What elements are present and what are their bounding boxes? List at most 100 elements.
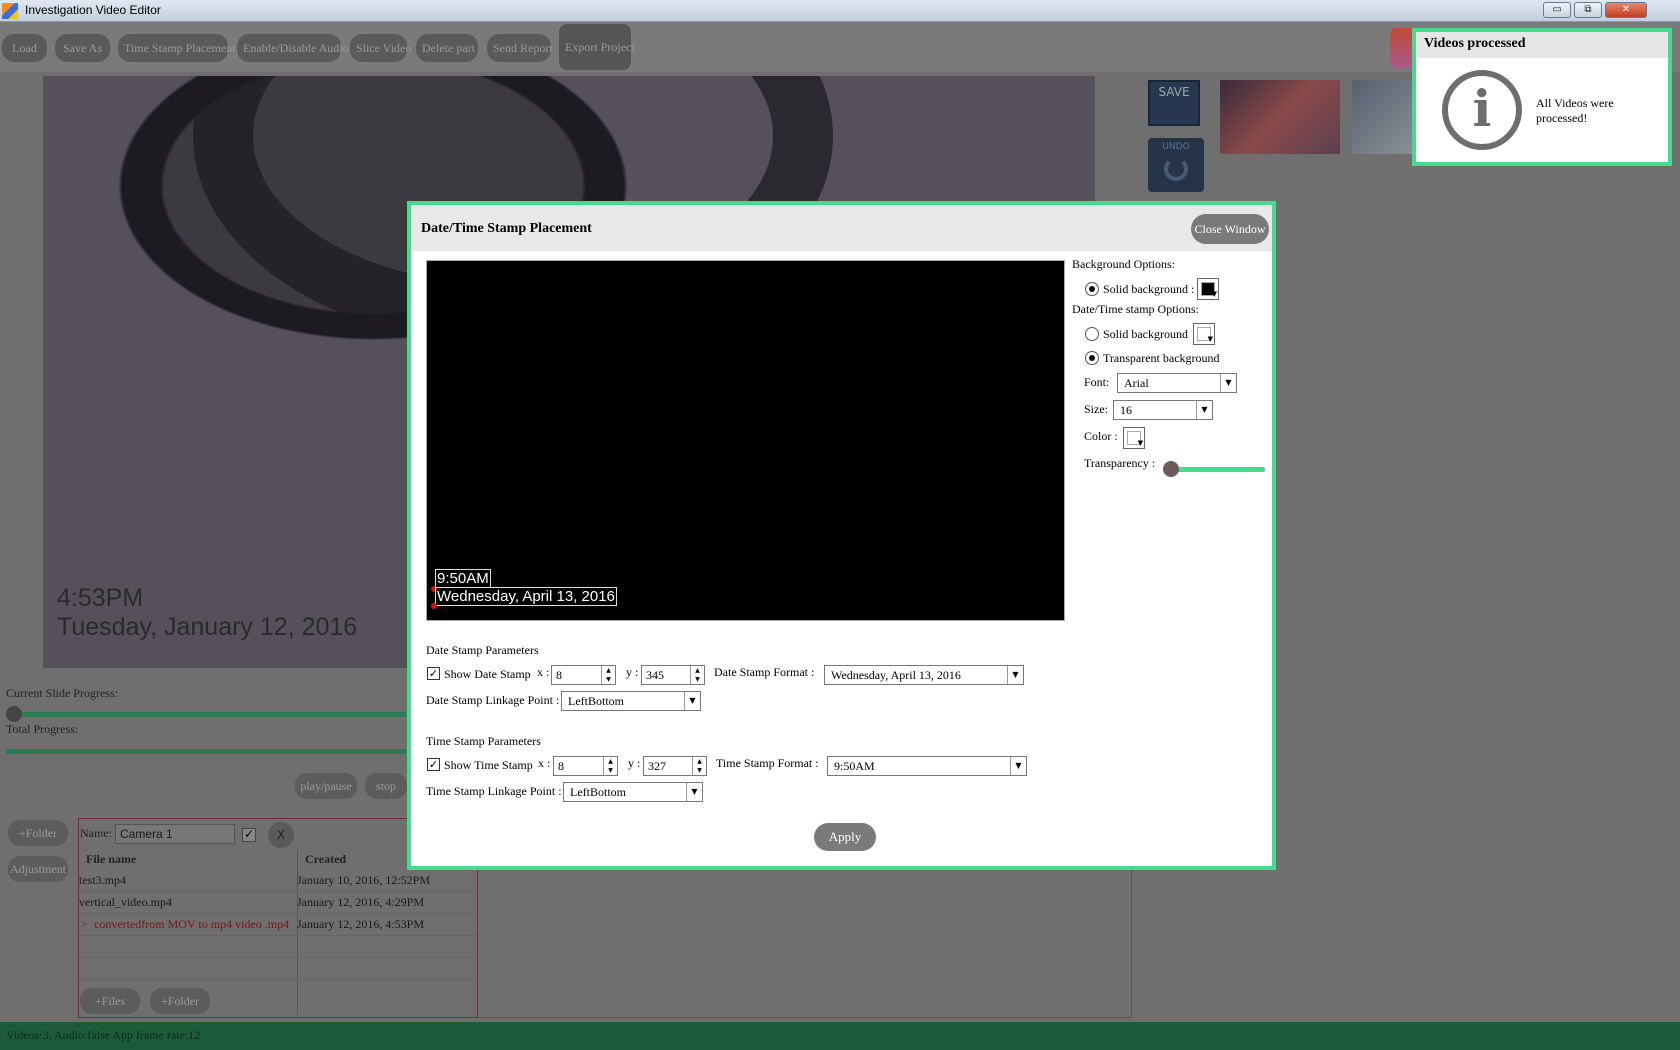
close-dialog-button[interactable]: Close Window xyxy=(1191,214,1269,244)
stepper-arrows-icon[interactable]: ▲ ▼ xyxy=(603,757,617,775)
stepper-arrows-icon[interactable]: ▲ ▼ xyxy=(692,757,706,775)
remove-camera-button[interactable]: X xyxy=(268,822,294,848)
date-format-select[interactable]: Wednesday, April 13, 2016 ▼ xyxy=(824,665,1024,685)
save-as-button[interactable]: Save As xyxy=(55,34,110,62)
table-row[interactable]: > convertedfrom MOV to mp4 video .mp4 Ja… xyxy=(79,914,477,936)
chevron-down-icon: ▼ xyxy=(1211,290,1217,298)
transparency-slider-handle[interactable] xyxy=(1163,461,1179,477)
column-file-name[interactable]: File name xyxy=(86,852,136,867)
created-cell: January 10, 2016, 12:52PM xyxy=(297,873,430,887)
current-slide-progress-label: Current Slide Progress: xyxy=(6,686,118,700)
preview-time-stamp[interactable]: 9:50AM xyxy=(435,569,491,588)
send-report-button[interactable]: Send Report xyxy=(487,34,553,62)
date-linkage-select[interactable]: LeftBottom ▼ xyxy=(561,691,701,711)
toast-title: Videos processed xyxy=(1416,32,1668,58)
status-bar: Videos:3, Audio:false App frame rate:12 xyxy=(0,1022,1680,1050)
minimize-button[interactable]: ▭ xyxy=(1543,2,1571,18)
dt-background-color-picker[interactable]: ▼ xyxy=(1193,323,1215,345)
video-thumbnail[interactable] xyxy=(1352,80,1412,154)
solid-background-label: Solid background : xyxy=(1103,282,1195,296)
font-select[interactable]: Arial ▼ xyxy=(1117,373,1237,393)
date-stamp-anchor[interactable] xyxy=(431,603,437,609)
background-color-picker[interactable]: ▼ xyxy=(1197,278,1219,300)
camera-name-input[interactable] xyxy=(115,824,235,844)
add-files-button[interactable]: +Files xyxy=(80,988,140,1014)
video-time-stamp: 4:53PM xyxy=(57,584,144,612)
play-pause-button[interactable]: play/pause xyxy=(295,773,357,799)
total-progress-bar xyxy=(6,749,406,754)
time-y-stepper[interactable]: 327 ▲ ▼ xyxy=(643,756,707,776)
load-button[interactable]: Load xyxy=(2,34,47,62)
table-row[interactable]: vertical_video.mp4 January 12, 2016, 4:2… xyxy=(79,892,477,914)
time-stamp-placement-button[interactable]: Time Stamp Placement xyxy=(118,34,236,62)
created-cell: January 12, 2016, 4:53PM xyxy=(297,917,424,931)
time-y-label: y : xyxy=(628,756,641,770)
adjustment-button[interactable]: Adjustment xyxy=(8,856,68,882)
save-icon[interactable]: SAVE xyxy=(1148,80,1200,126)
add-folder-button[interactable]: +Folder xyxy=(8,820,68,846)
apply-button[interactable]: Apply xyxy=(814,823,876,851)
dialog-title: Date/Time Stamp Placement xyxy=(421,221,592,236)
camera-enabled-checkbox[interactable]: ✓ xyxy=(242,828,256,842)
size-select[interactable]: 16 ▼ xyxy=(1113,400,1213,420)
transparency-slider-track[interactable] xyxy=(1175,467,1265,472)
show-time-stamp-checkbox[interactable]: ✓ xyxy=(427,758,440,771)
show-date-stamp-label: Show Date Stamp xyxy=(444,667,531,681)
stop-button[interactable]: stop xyxy=(365,773,407,799)
stepper-arrows-icon[interactable]: ▲ ▼ xyxy=(601,666,615,684)
date-y-stepper[interactable]: 345 ▲ ▼ xyxy=(641,665,705,685)
date-x-stepper[interactable]: 8 ▲ ▼ xyxy=(551,665,616,685)
video-thumbnail[interactable] xyxy=(1220,80,1340,154)
time-format-value: 9:50AM xyxy=(834,759,875,773)
dt-solid-background-radio[interactable] xyxy=(1085,327,1099,341)
show-date-stamp-checkbox[interactable]: ✓ xyxy=(427,667,440,680)
file-name-cell: convertedfrom MOV to mp4 video .mp4 xyxy=(94,917,290,931)
date-format-label: Date Stamp Format : xyxy=(714,665,815,679)
date-stamp-params-label: Date Stamp Parameters xyxy=(426,643,539,657)
slice-video-button[interactable]: Slice Video xyxy=(350,34,411,62)
video-date-stamp: Tuesday, January 12, 2016 xyxy=(57,613,358,641)
font-value: Arial xyxy=(1124,376,1149,390)
restore-button[interactable]: ⧉ xyxy=(1574,2,1602,18)
time-x-stepper[interactable]: 8 ▲ ▼ xyxy=(553,756,618,776)
timestamp-placement-dialog: Date/Time Stamp Placement Close Window 9… xyxy=(407,201,1276,870)
current-slide-progress-handle[interactable] xyxy=(6,706,22,722)
name-label: Name: xyxy=(80,826,112,840)
background-options-label: Background Options: xyxy=(1072,257,1175,271)
date-y-label: y : xyxy=(626,665,639,679)
transparency-label: Transparency : xyxy=(1084,456,1156,470)
table-row[interactable] xyxy=(79,936,477,958)
time-linkage-value: LeftBottom xyxy=(570,785,626,799)
save-icon-label: SAVE xyxy=(1158,85,1190,99)
notification-toast: Videos processed i All Videos were proce… xyxy=(1412,28,1672,166)
preview-date-stamp[interactable]: Wednesday, April 13, 2016 xyxy=(435,587,617,606)
close-window-button[interactable]: ✕ xyxy=(1605,2,1647,18)
dt-transparent-background-radio[interactable] xyxy=(1085,351,1099,365)
column-created[interactable]: Created xyxy=(305,852,346,867)
time-linkage-label: Time Stamp Linkage Point : xyxy=(426,784,562,798)
undo-icon[interactable]: UNDO xyxy=(1148,138,1204,192)
size-value: 16 xyxy=(1120,403,1132,417)
stepper-arrows-icon[interactable]: ▲ ▼ xyxy=(690,666,704,684)
chevron-down-icon: ▼ xyxy=(1007,666,1023,684)
chevron-down-icon: ▼ xyxy=(1207,335,1213,343)
created-cell: January 12, 2016, 4:29PM xyxy=(297,895,424,909)
stamp-preview: 9:50AM Wednesday, April 13, 2016 xyxy=(426,260,1065,621)
delete-part-button[interactable]: Delete part xyxy=(416,34,478,62)
file-name-cell: test3.mp4 xyxy=(79,873,126,887)
add-folder-bottom-button[interactable]: +Folder xyxy=(150,988,210,1014)
window-titlebar: Investigation Video Editor ▭ ⧉ ✕ xyxy=(0,0,1680,22)
table-row[interactable]: test3.mp4 January 10, 2016, 12:52PM xyxy=(79,870,477,892)
font-color-picker[interactable]: ▼ xyxy=(1123,427,1145,449)
time-format-select[interactable]: 9:50AM ▼ xyxy=(827,756,1027,776)
table-row[interactable] xyxy=(79,958,477,980)
export-project-button[interactable]: Export Project xyxy=(559,24,635,70)
file-name-cell: vertical_video.mp4 xyxy=(79,895,172,909)
font-label: Font: xyxy=(1084,375,1110,389)
time-stamp-params-label: Time Stamp Parameters xyxy=(426,734,541,748)
enable-disable-audio-button[interactable]: Enable/Disable Audio xyxy=(237,34,349,62)
dialog-header: Date/Time Stamp Placement Close Window xyxy=(411,205,1272,251)
time-linkage-select[interactable]: LeftBottom ▼ xyxy=(563,782,703,802)
dt-solid-background-label: Solid background xyxy=(1103,327,1188,341)
solid-background-radio[interactable] xyxy=(1085,282,1099,296)
